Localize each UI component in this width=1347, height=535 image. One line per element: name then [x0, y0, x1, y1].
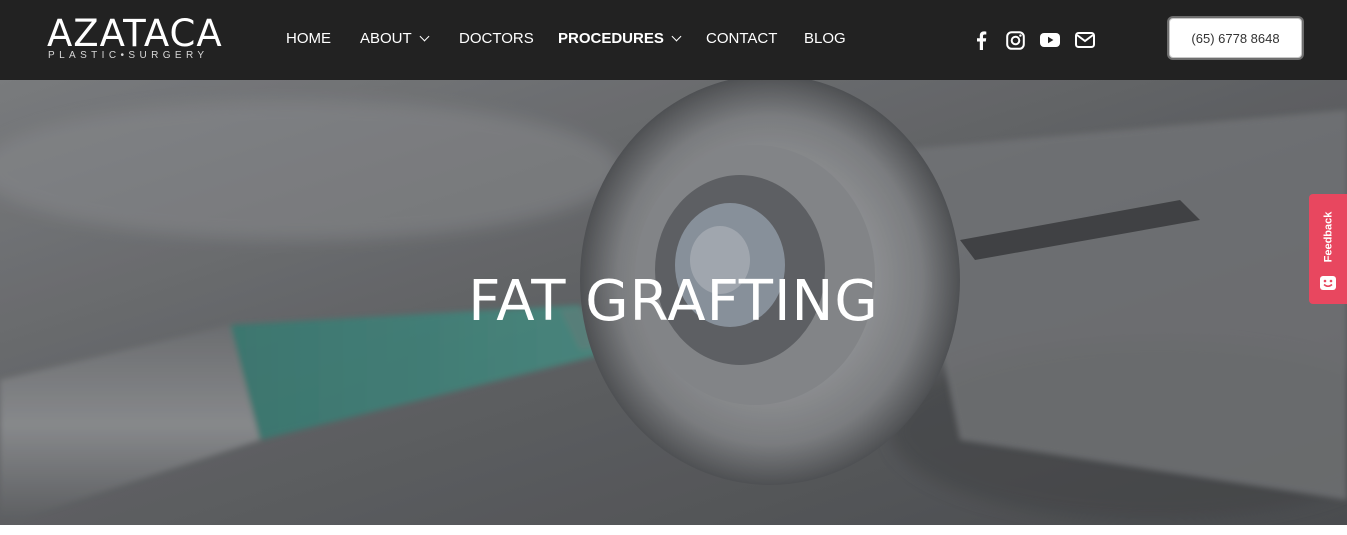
nav-item-label: HOME	[286, 30, 331, 47]
nav-item-home[interactable]: HOME	[286, 29, 331, 49]
instagram-icon[interactable]	[1005, 30, 1025, 50]
nav-item-about[interactable]: ABOUT	[360, 29, 430, 49]
nav-item-label: PROCEDURES	[558, 30, 664, 47]
smiley-icon	[1320, 276, 1336, 290]
brand-logo[interactable]: AZATACA PLASTIC•SURGERY	[47, 14, 227, 64]
feedback-label-wrap: Feedback	[1315, 204, 1341, 270]
brand-name: AZATACA	[47, 12, 223, 55]
brand-tagline: PLASTIC•SURGERY	[48, 50, 209, 61]
chevron-down-icon	[419, 31, 430, 42]
email-icon[interactable]	[1075, 30, 1095, 50]
feedback-tab[interactable]: Feedback	[1309, 194, 1347, 304]
phone-button[interactable]: (65) 6778 8648	[1169, 18, 1302, 58]
nav-item-label: ABOUT	[360, 30, 412, 47]
nav-item-doctors[interactable]: DOCTORS	[459, 29, 534, 49]
nav-item-blog[interactable]: BLOG	[804, 29, 846, 49]
nav-item-label: DOCTORS	[459, 30, 534, 47]
site-header: AZATACA PLASTIC•SURGERY HOME ABOUT DOCTO…	[0, 0, 1347, 80]
youtube-icon[interactable]	[1040, 30, 1060, 50]
phone-number: (65) 6778 8648	[1191, 30, 1280, 46]
nav-item-label: BLOG	[804, 30, 846, 47]
facebook-icon[interactable]	[971, 30, 991, 50]
chevron-down-icon	[671, 31, 682, 42]
nav-item-contact[interactable]: CONTACT	[706, 29, 777, 49]
page-title: FAT GRAFTING	[468, 269, 879, 334]
feedback-label: Feedback	[1322, 211, 1334, 263]
nav-item-procedures[interactable]: PROCEDURES	[558, 29, 682, 49]
hero-banner: FAT GRAFTING	[0, 80, 1347, 525]
nav-item-label: CONTACT	[706, 30, 778, 47]
